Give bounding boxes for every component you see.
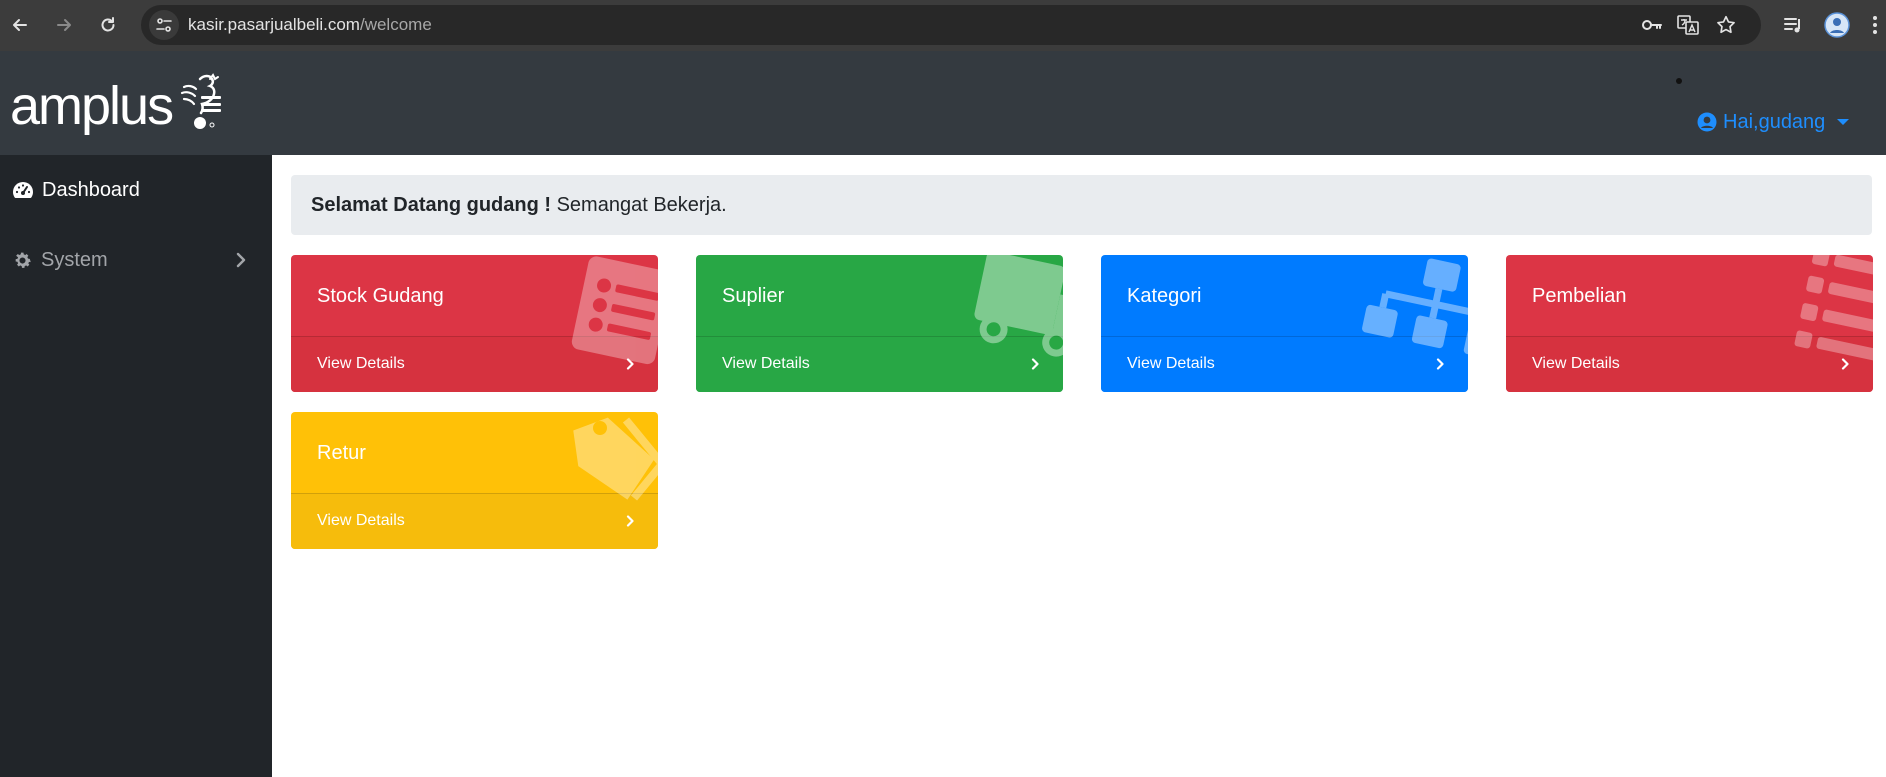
card-suplier[interactable]: Suplier View Details: [696, 255, 1063, 392]
list-icon: [1794, 255, 1873, 363]
dot-indicator: [1676, 78, 1682, 84]
list-icon: [571, 256, 658, 365]
welcome-bold-text: Selamat Datang gudang !: [311, 193, 552, 216]
card-kategori[interactable]: Kategori View Details: [1101, 255, 1468, 392]
key-icon[interactable]: [1640, 13, 1664, 37]
main-content: Selamat Datang gudang ! Semangat Bekerja…: [272, 155, 1886, 777]
url-text[interactable]: kasir.pasarjualbeli.com/welcome: [188, 15, 432, 35]
url-path: /welcome: [359, 15, 432, 34]
user-dropdown[interactable]: Hai,gudang: [1697, 108, 1850, 136]
address-bar[interactable]: kasir.pasarjualbeli.com/welcome: [141, 5, 1761, 45]
profile-icon[interactable]: [1824, 12, 1850, 38]
card-title: Retur: [317, 442, 366, 464]
sidebar-item-label: System: [41, 248, 108, 271]
forward-icon[interactable]: [49, 10, 79, 40]
card-retur[interactable]: Retur View Details: [291, 412, 658, 549]
card-pembelian[interactable]: Pembelian View Details: [1506, 255, 1873, 392]
gear-icon: [15, 252, 31, 268]
view-details-link[interactable]: View Details: [1532, 355, 1620, 373]
reload-icon[interactable]: [93, 10, 123, 40]
tachometer-icon: [13, 182, 33, 198]
brand-logo[interactable]: amplus: [10, 73, 222, 133]
view-details-link[interactable]: View Details: [1127, 355, 1215, 373]
url-host: kasir.pasarjualbeli.com: [188, 15, 360, 34]
card-stock-gudang[interactable]: Stock Gudang View Details: [291, 255, 658, 392]
view-details-link[interactable]: View Details: [722, 355, 810, 373]
sidebar: Dashboard System: [0, 155, 272, 777]
card-title: Suplier: [722, 285, 785, 307]
card-title: Pembelian: [1532, 285, 1627, 307]
sidebar-item-label: Dashboard: [42, 178, 140, 201]
view-details-link[interactable]: View Details: [317, 512, 405, 530]
caret-down-icon: [1837, 119, 1850, 125]
site-info-icon[interactable]: [149, 10, 179, 40]
back-icon[interactable]: [5, 10, 35, 40]
sidebar-item-system[interactable]: System: [0, 235, 272, 285]
translate-icon[interactable]: [1676, 13, 1700, 37]
sidebar-toggle-button[interactable]: [201, 96, 221, 112]
chevron-right-icon: [236, 252, 246, 268]
logo-text: amplus: [10, 76, 174, 136]
truck-icon: [974, 255, 1063, 357]
sitemap-icon: [1362, 258, 1468, 360]
tags-icon: [573, 417, 658, 501]
user-circle-icon: [1697, 112, 1717, 132]
star-icon[interactable]: [1714, 13, 1738, 37]
browser-toolbar: kasir.pasarjualbeli.com/welcome: [0, 0, 1886, 51]
sidebar-item-dashboard[interactable]: Dashboard: [0, 165, 272, 215]
media-icon[interactable]: [1780, 12, 1806, 38]
view-details-link[interactable]: View Details: [317, 355, 405, 373]
card-title: Stock Gudang: [317, 285, 444, 307]
more-icon[interactable]: [1862, 12, 1886, 38]
app-navbar: amplus Hai,gudang: [0, 51, 1886, 155]
welcome-banner: Selamat Datang gudang ! Semangat Bekerja…: [291, 175, 1872, 235]
card-title: Kategori: [1127, 285, 1202, 307]
user-dropdown-label: Hai,gudang: [1723, 110, 1826, 133]
welcome-text: Semangat Bekerja.: [551, 193, 727, 216]
